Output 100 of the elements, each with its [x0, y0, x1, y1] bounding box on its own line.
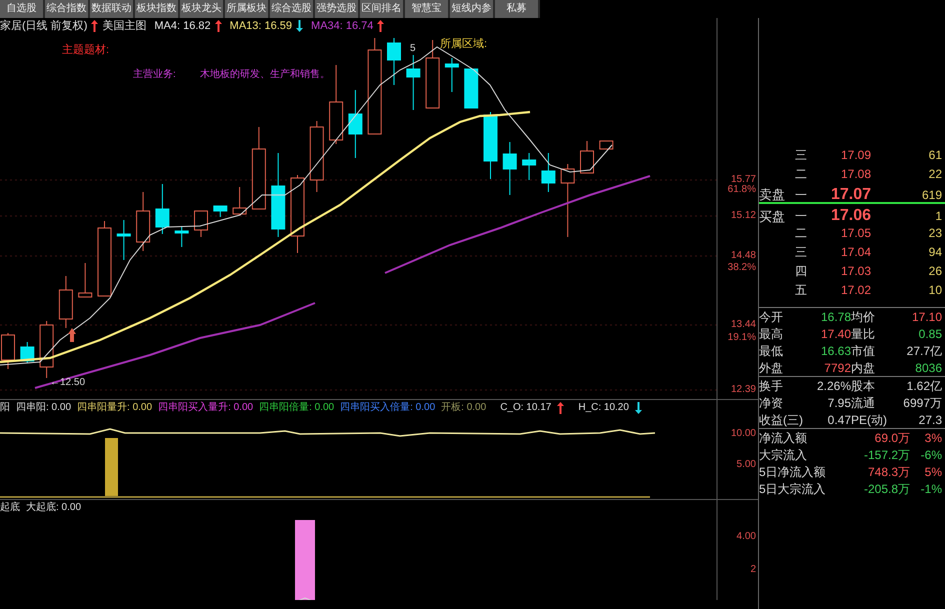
stat-value: 16.63	[820, 343, 851, 360]
price-text: 17.07	[830, 185, 871, 205]
candlestick	[232, 186, 247, 214]
indicator-value: 四串阳: 0.00	[16, 402, 72, 414]
stat-value: 17.40	[820, 326, 851, 343]
stat-label: 最高	[759, 326, 784, 343]
candlestick	[136, 192, 150, 252]
stat-value: 16.78	[820, 309, 851, 326]
axis-label: 5.00	[736, 459, 756, 470]
candlestick	[522, 152, 536, 180]
indicator-value: 四串阳倍量: 0.00	[259, 402, 334, 414]
stat-label: 内盘	[851, 360, 876, 377]
candlestick	[20, 342, 34, 364]
flow-value: 748.3万	[866, 464, 910, 481]
axis-label: 61.8%	[728, 184, 756, 195]
indicator-value: 四串阳量升: 0.00	[77, 402, 152, 414]
candlestick	[406, 54, 420, 110]
toolbar-button[interactable]: 私募	[495, 0, 540, 18]
flow-label: 5日净流入额	[759, 464, 827, 481]
volume-text: 26	[928, 262, 942, 280]
indicator-value: 四串阳买入量升: 0.00	[158, 402, 254, 414]
level-label: 三	[794, 244, 808, 260]
level-label: 一	[794, 187, 808, 204]
toolbar-button[interactable]: 所属板块	[225, 0, 270, 18]
stat-label: 净资	[759, 395, 784, 412]
axis-label: 10.00	[730, 428, 756, 439]
flow-value: 69.0万	[874, 430, 910, 447]
up-arrow-icon	[68, 328, 76, 342]
volume-text: 61	[928, 146, 942, 164]
axis-label: 38.2%	[728, 262, 756, 273]
level-label: 二	[794, 166, 808, 182]
ma-value: MA13: 16.59	[230, 19, 292, 33]
axis-label: 4.00	[736, 531, 756, 542]
toolbar-button[interactable]: 数据联动	[90, 0, 135, 18]
axis-label: 15.77	[730, 174, 756, 185]
flow-percent: -6%	[920, 447, 942, 464]
stat-value: 1.62亿	[906, 378, 942, 395]
toolbar-button[interactable]: 板块指数	[135, 0, 180, 18]
toolbar-button[interactable]: 强势选股	[315, 0, 360, 18]
candlestick	[444, 58, 459, 92]
price-text: 17.06	[830, 206, 871, 226]
flow-value: -157.2万	[862, 447, 910, 464]
chart-title: 家居(日线 前复权)	[0, 19, 88, 33]
ma-value: MA4: 16.82	[154, 19, 211, 33]
toolbar-button[interactable]: 自选股	[0, 0, 45, 18]
stat-value: 27.3	[918, 412, 942, 429]
toolbar-button[interactable]: 短线内参	[450, 0, 495, 18]
stat-label: 量比	[851, 326, 876, 343]
price-text: 17.02	[840, 282, 871, 298]
candlestick	[58, 276, 73, 328]
toolbar-button[interactable]: 综合选股	[270, 0, 315, 18]
candlestick	[348, 90, 362, 158]
toolbar-button[interactable]: 区间排名	[360, 0, 405, 18]
axis-label: 13.44	[730, 319, 756, 330]
volume-text: 22	[928, 166, 942, 182]
flow-label: 大宗流入	[759, 447, 808, 464]
toolbar-button[interactable]: 智慧宝	[405, 0, 450, 18]
candlestick	[78, 262, 92, 298]
candlestick	[541, 152, 556, 192]
candlestick	[502, 142, 517, 196]
volume-text: 23	[928, 224, 942, 242]
stat-label: 换手	[759, 378, 784, 395]
flow-label: 5日大宗流入	[759, 481, 827, 498]
candlestick	[580, 140, 594, 174]
stat-value: 0.85	[918, 326, 942, 343]
indicator-bar	[105, 438, 118, 496]
candlestick	[213, 206, 228, 218]
candlestick	[155, 184, 170, 234]
flow-value: -205.8万	[862, 481, 910, 498]
price-text: 17.03	[840, 262, 871, 280]
axis-label: 19.1%	[728, 332, 756, 343]
indicator-title: 阳	[0, 402, 10, 414]
stat-label: 均价	[851, 309, 876, 326]
business-label: 主营业务:	[133, 69, 176, 81]
stat-value: 6997万	[902, 395, 942, 412]
stat-label: 最低	[759, 343, 784, 360]
stat-value: 0.47	[826, 412, 851, 429]
indicator-value: 开板: 0.00	[441, 402, 486, 414]
stat-value: 27.7亿	[906, 343, 942, 360]
volume-text: 94	[928, 244, 942, 260]
stat-label: 股本	[851, 378, 876, 395]
stat-label: 收益(三)	[759, 412, 804, 429]
level-label: 三	[794, 146, 808, 164]
level-label: 四	[794, 262, 808, 280]
price-text: 17.08	[840, 166, 871, 182]
business-text: 木地板的研发、生产和销售。	[200, 69, 330, 81]
candlestick	[426, 40, 440, 108]
axis-label: 2	[750, 564, 756, 575]
template-label: 美国主图	[102, 19, 146, 33]
toolbar-button[interactable]: 板块龙头	[180, 0, 225, 18]
toolbar-button[interactable]: 综合指数	[45, 0, 90, 18]
flow-percent: 5%	[924, 464, 942, 481]
candlestick	[387, 38, 401, 86]
price-text: 17.09	[840, 146, 871, 164]
stat-label: 市值	[851, 343, 876, 360]
stat-label: PE(动)	[851, 412, 888, 429]
volume-text: 1	[934, 208, 942, 225]
flow-label: 净流入额	[759, 430, 808, 447]
stat-value: 7.95	[826, 395, 851, 412]
indicator-value: C_O: 10.17	[500, 402, 552, 414]
